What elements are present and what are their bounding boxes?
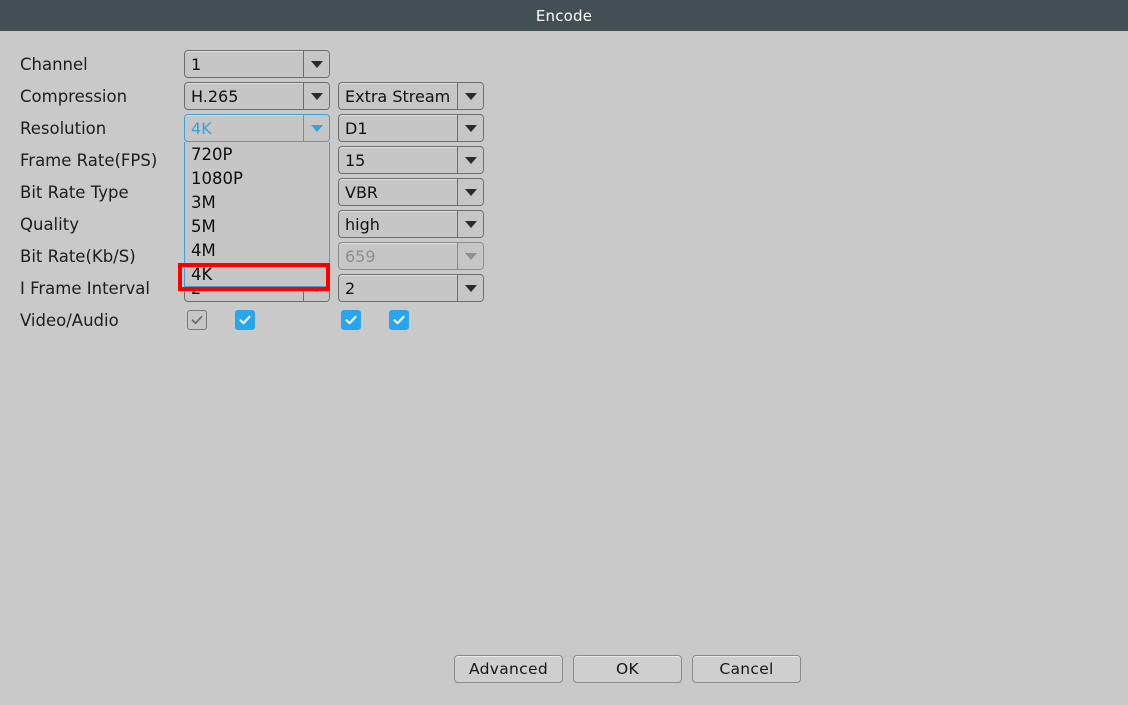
stream-type-value: Extra Stream [345,86,451,106]
chevron-down-icon[interactable] [303,51,329,77]
dropdown-option-selected[interactable]: 4K [185,262,329,286]
cancel-button-label: Cancel [719,660,774,678]
label-video-audio: Video/Audio [20,311,119,330]
window-title-bar: Encode [0,0,1128,31]
encode-settings-form: Channel Compression Resolution Frame Rat… [0,31,1128,705]
extra-bit-rate-type-value: VBR [345,182,379,202]
extra-i-frame-interval-select[interactable]: 2 [338,274,484,302]
dropdown-option[interactable]: 4M [185,238,329,262]
channel-value: 1 [191,54,202,74]
chevron-down-icon[interactable] [457,179,483,205]
extra-frame-rate-value: 15 [345,150,366,170]
resolution-select[interactable]: 4K [184,114,330,142]
dropdown-option[interactable]: 3M [185,190,329,214]
label-frame-rate: Frame Rate(FPS) [20,151,158,170]
extra-frame-rate-select[interactable]: 15 [338,146,484,174]
extra-quality-select[interactable]: high [338,210,484,238]
label-quality: Quality [20,215,79,234]
extra-bit-rate-select: 659 [338,242,484,270]
chevron-down-icon[interactable] [457,275,483,301]
chevron-down-icon[interactable] [303,83,329,109]
extra-audio-checkbox[interactable] [389,310,409,330]
label-resolution: Resolution [20,119,107,138]
ok-button-label: OK [616,660,639,678]
chevron-down-icon[interactable] [457,211,483,237]
label-compression: Compression [20,87,128,106]
chevron-down-icon[interactable] [457,147,483,173]
extra-bit-rate-value: 659 [345,246,376,266]
compression-select[interactable]: H.265 [184,82,330,110]
advanced-button-label: Advanced [469,660,548,678]
page-title: Encode [535,6,593,25]
channel-select[interactable]: 1 [184,50,330,78]
label-bit-rate-type: Bit Rate Type [20,183,129,202]
main-audio-checkbox[interactable] [235,310,255,330]
dropdown-option[interactable]: 5M [185,214,329,238]
extra-resolution-select[interactable]: D1 [338,114,484,142]
chevron-down-icon[interactable] [303,115,329,141]
extra-i-frame-interval-value: 2 [345,278,356,298]
ok-button[interactable]: OK [573,655,682,683]
extra-quality-value: high [345,214,380,234]
check-icon [239,315,251,325]
dropdown-option[interactable]: 1080P [185,166,329,190]
extra-bit-rate-type-select[interactable]: VBR [338,178,484,206]
label-channel: Channel [20,55,88,74]
label-i-frame-interval: I Frame Interval [20,279,150,298]
extra-resolution-value: D1 [345,118,368,138]
advanced-button[interactable]: Advanced [454,655,563,683]
label-bit-rate: Bit Rate(Kb/S) [20,247,136,266]
main-video-checkbox [187,310,207,330]
chevron-down-icon[interactable] [457,115,483,141]
check-icon [393,315,405,325]
check-icon [191,315,203,325]
resolution-value: 4K [191,118,212,138]
resolution-dropdown-list[interactable]: 720P 1080P 3M 5M 4M 4K [184,142,330,287]
dropdown-option[interactable]: 720P [185,142,329,166]
stream-type-select[interactable]: Extra Stream [338,82,484,110]
chevron-down-icon[interactable] [457,83,483,109]
cancel-button[interactable]: Cancel [692,655,801,683]
extra-video-checkbox[interactable] [341,310,361,330]
check-icon [345,315,357,325]
chevron-down-icon [457,243,483,269]
compression-value: H.265 [191,86,239,106]
